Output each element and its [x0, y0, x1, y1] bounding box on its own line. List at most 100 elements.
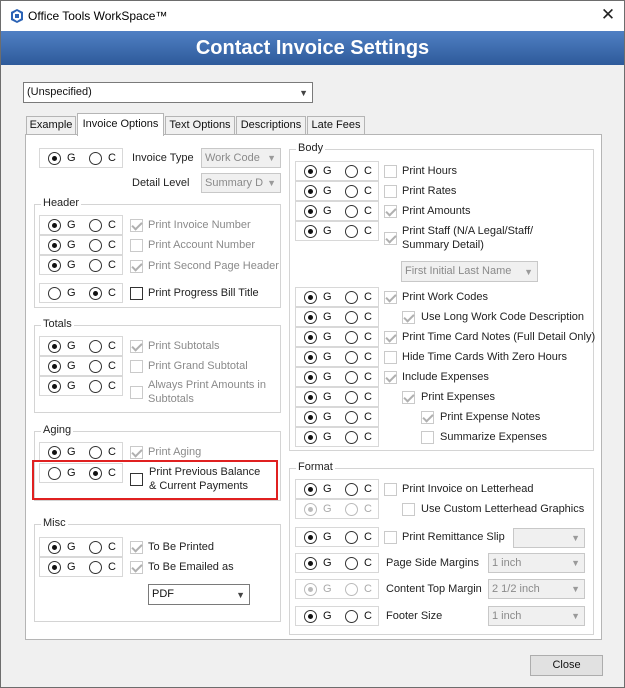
radio-c[interactable] — [345, 557, 358, 570]
radio-c[interactable] — [89, 239, 102, 252]
radio-c[interactable] — [89, 360, 102, 373]
print-expenses-checkbox[interactable] — [402, 391, 415, 404]
tab-text-options[interactable]: Text Options — [165, 116, 235, 135]
radio-g[interactable] — [304, 185, 317, 198]
radio-g[interactable] — [48, 152, 61, 165]
radio-c[interactable] — [345, 431, 358, 444]
radio-g[interactable] — [304, 351, 317, 364]
radio-g[interactable] — [304, 311, 317, 324]
print-time-card-notes-checkbox[interactable] — [384, 331, 397, 344]
radio-c[interactable] — [345, 610, 358, 623]
print-rates-checkbox[interactable] — [384, 185, 397, 198]
radio-g[interactable] — [48, 446, 61, 459]
radio-c[interactable] — [345, 311, 358, 324]
radio-g[interactable] — [304, 165, 317, 178]
radio-c[interactable] — [345, 531, 358, 544]
radio-g[interactable] — [48, 380, 61, 393]
radio-c[interactable] — [345, 205, 358, 218]
hide-zero-hours-checkbox[interactable] — [384, 351, 397, 364]
print-account-number-checkbox[interactable] — [130, 239, 143, 252]
radio-g[interactable] — [304, 610, 317, 623]
radio-c[interactable] — [89, 287, 102, 300]
radio-g[interactable] — [304, 431, 317, 444]
print-remittance-slip-checkbox[interactable] — [384, 531, 397, 544]
radio-c[interactable] — [345, 291, 358, 304]
radio-c[interactable] — [345, 331, 358, 344]
print-expense-notes-checkbox[interactable] — [421, 411, 434, 424]
radio-c[interactable] — [345, 185, 358, 198]
tab-late-fees[interactable]: Late Fees — [307, 116, 365, 135]
radio-g[interactable] — [48, 360, 61, 373]
content-top-margin-select[interactable]: 2 1/2 inch ▼ — [488, 579, 585, 599]
remittance-slip-select[interactable]: ▼ — [513, 528, 585, 548]
close-window-icon[interactable]: ✕ — [593, 3, 623, 27]
to-be-printed-checkbox[interactable] — [130, 541, 143, 554]
radio-g[interactable] — [304, 331, 317, 344]
radio-c[interactable] — [345, 225, 358, 238]
print-grand-subtotal-checkbox[interactable] — [130, 360, 143, 373]
include-expenses-checkbox[interactable] — [384, 371, 397, 384]
radio-g[interactable] — [304, 411, 317, 424]
radio-g[interactable] — [48, 239, 61, 252]
radio-g[interactable] — [48, 340, 61, 353]
radio-g[interactable] — [304, 557, 317, 570]
summarize-expenses-checkbox[interactable] — [421, 431, 434, 444]
radio-c[interactable] — [89, 380, 102, 393]
radio-g[interactable] — [48, 561, 61, 574]
radio-c[interactable] — [345, 483, 358, 496]
radio-g[interactable] — [304, 583, 317, 596]
radio-c[interactable] — [89, 259, 102, 272]
radio-g[interactable] — [304, 503, 317, 516]
footer-size-select[interactable]: 1 inch ▼ — [488, 606, 585, 626]
use-long-work-code-checkbox[interactable] — [402, 311, 415, 324]
invoice-type-select[interactable]: Work Code ▼ — [201, 148, 281, 168]
radio-c[interactable] — [345, 583, 358, 596]
radio-g[interactable] — [304, 371, 317, 384]
always-print-amounts-checkbox[interactable] — [130, 386, 143, 399]
print-second-page-header-checkbox[interactable] — [130, 260, 143, 273]
title-bar[interactable]: Office Tools WorkSpace™ ✕ — [1, 1, 624, 31]
radio-c[interactable] — [89, 152, 102, 165]
radio-c[interactable] — [345, 411, 358, 424]
radio-g[interactable] — [304, 205, 317, 218]
staff-name-format-select[interactable]: First Initial Last Name ▼ — [401, 261, 538, 282]
radio-c[interactable] — [345, 503, 358, 516]
radio-c[interactable] — [345, 165, 358, 178]
radio-c[interactable] — [345, 391, 358, 404]
radio-c[interactable] — [89, 541, 102, 554]
email-format-select[interactable]: PDF ▼ — [148, 584, 250, 605]
print-subtotals-checkbox[interactable] — [130, 340, 143, 353]
page-side-margins-select[interactable]: 1 inch ▼ — [488, 553, 585, 573]
print-invoice-number-checkbox[interactable] — [130, 219, 143, 232]
contact-select[interactable]: (Unspecified) ▼ — [23, 82, 313, 103]
radio-g[interactable] — [304, 225, 317, 238]
radio-c[interactable] — [89, 219, 102, 232]
print-on-letterhead-checkbox[interactable] — [384, 483, 397, 496]
tab-example[interactable]: Example — [26, 116, 76, 135]
radio-g[interactable] — [304, 391, 317, 404]
to-be-emailed-checkbox[interactable] — [130, 561, 143, 574]
print-amounts-checkbox[interactable] — [384, 205, 397, 218]
close-button[interactable]: Close — [530, 655, 603, 676]
radio-g[interactable] — [48, 219, 61, 232]
radio-g[interactable] — [304, 291, 317, 304]
tab-descriptions[interactable]: Descriptions — [236, 116, 306, 135]
print-hours-checkbox[interactable] — [384, 165, 397, 178]
print-progress-bill-title-checkbox[interactable] — [130, 287, 143, 300]
radio-g[interactable] — [304, 531, 317, 544]
radio-g[interactable] — [48, 287, 61, 300]
tab-invoice-options[interactable]: Invoice Options — [77, 113, 164, 136]
custom-letterhead-checkbox[interactable] — [402, 503, 415, 516]
radio-c[interactable] — [89, 340, 102, 353]
radio-c[interactable] — [89, 561, 102, 574]
radio-g[interactable] — [48, 541, 61, 554]
radio-c[interactable] — [345, 351, 358, 364]
detail-level-select[interactable]: Summary D ▼ — [201, 173, 281, 193]
radio-g[interactable] — [304, 483, 317, 496]
print-staff-checkbox[interactable] — [384, 232, 397, 245]
radio-g[interactable] — [48, 259, 61, 272]
print-work-codes-checkbox[interactable] — [384, 291, 397, 304]
print-aging-checkbox[interactable] — [130, 446, 143, 459]
radio-c[interactable] — [345, 371, 358, 384]
radio-c[interactable] — [89, 446, 102, 459]
